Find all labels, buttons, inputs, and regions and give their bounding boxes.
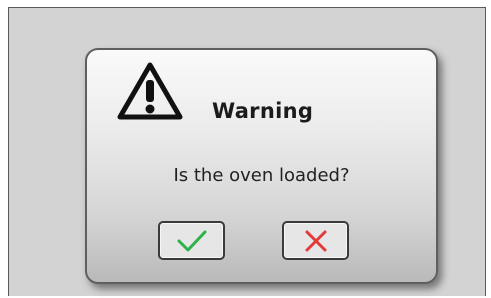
dialog-title: Warning xyxy=(212,99,314,123)
cancel-button[interactable] xyxy=(282,221,349,260)
close-icon xyxy=(305,230,326,251)
dialog-message: Is the oven loaded? xyxy=(173,165,350,186)
warning-dialog: Warning Is the oven loaded? xyxy=(85,48,438,284)
checkmark-icon xyxy=(177,230,206,251)
warning-triangle-icon xyxy=(117,62,183,120)
confirm-button[interactable] xyxy=(158,221,225,260)
screen-frame: Warning Is the oven loaded? xyxy=(8,7,486,296)
